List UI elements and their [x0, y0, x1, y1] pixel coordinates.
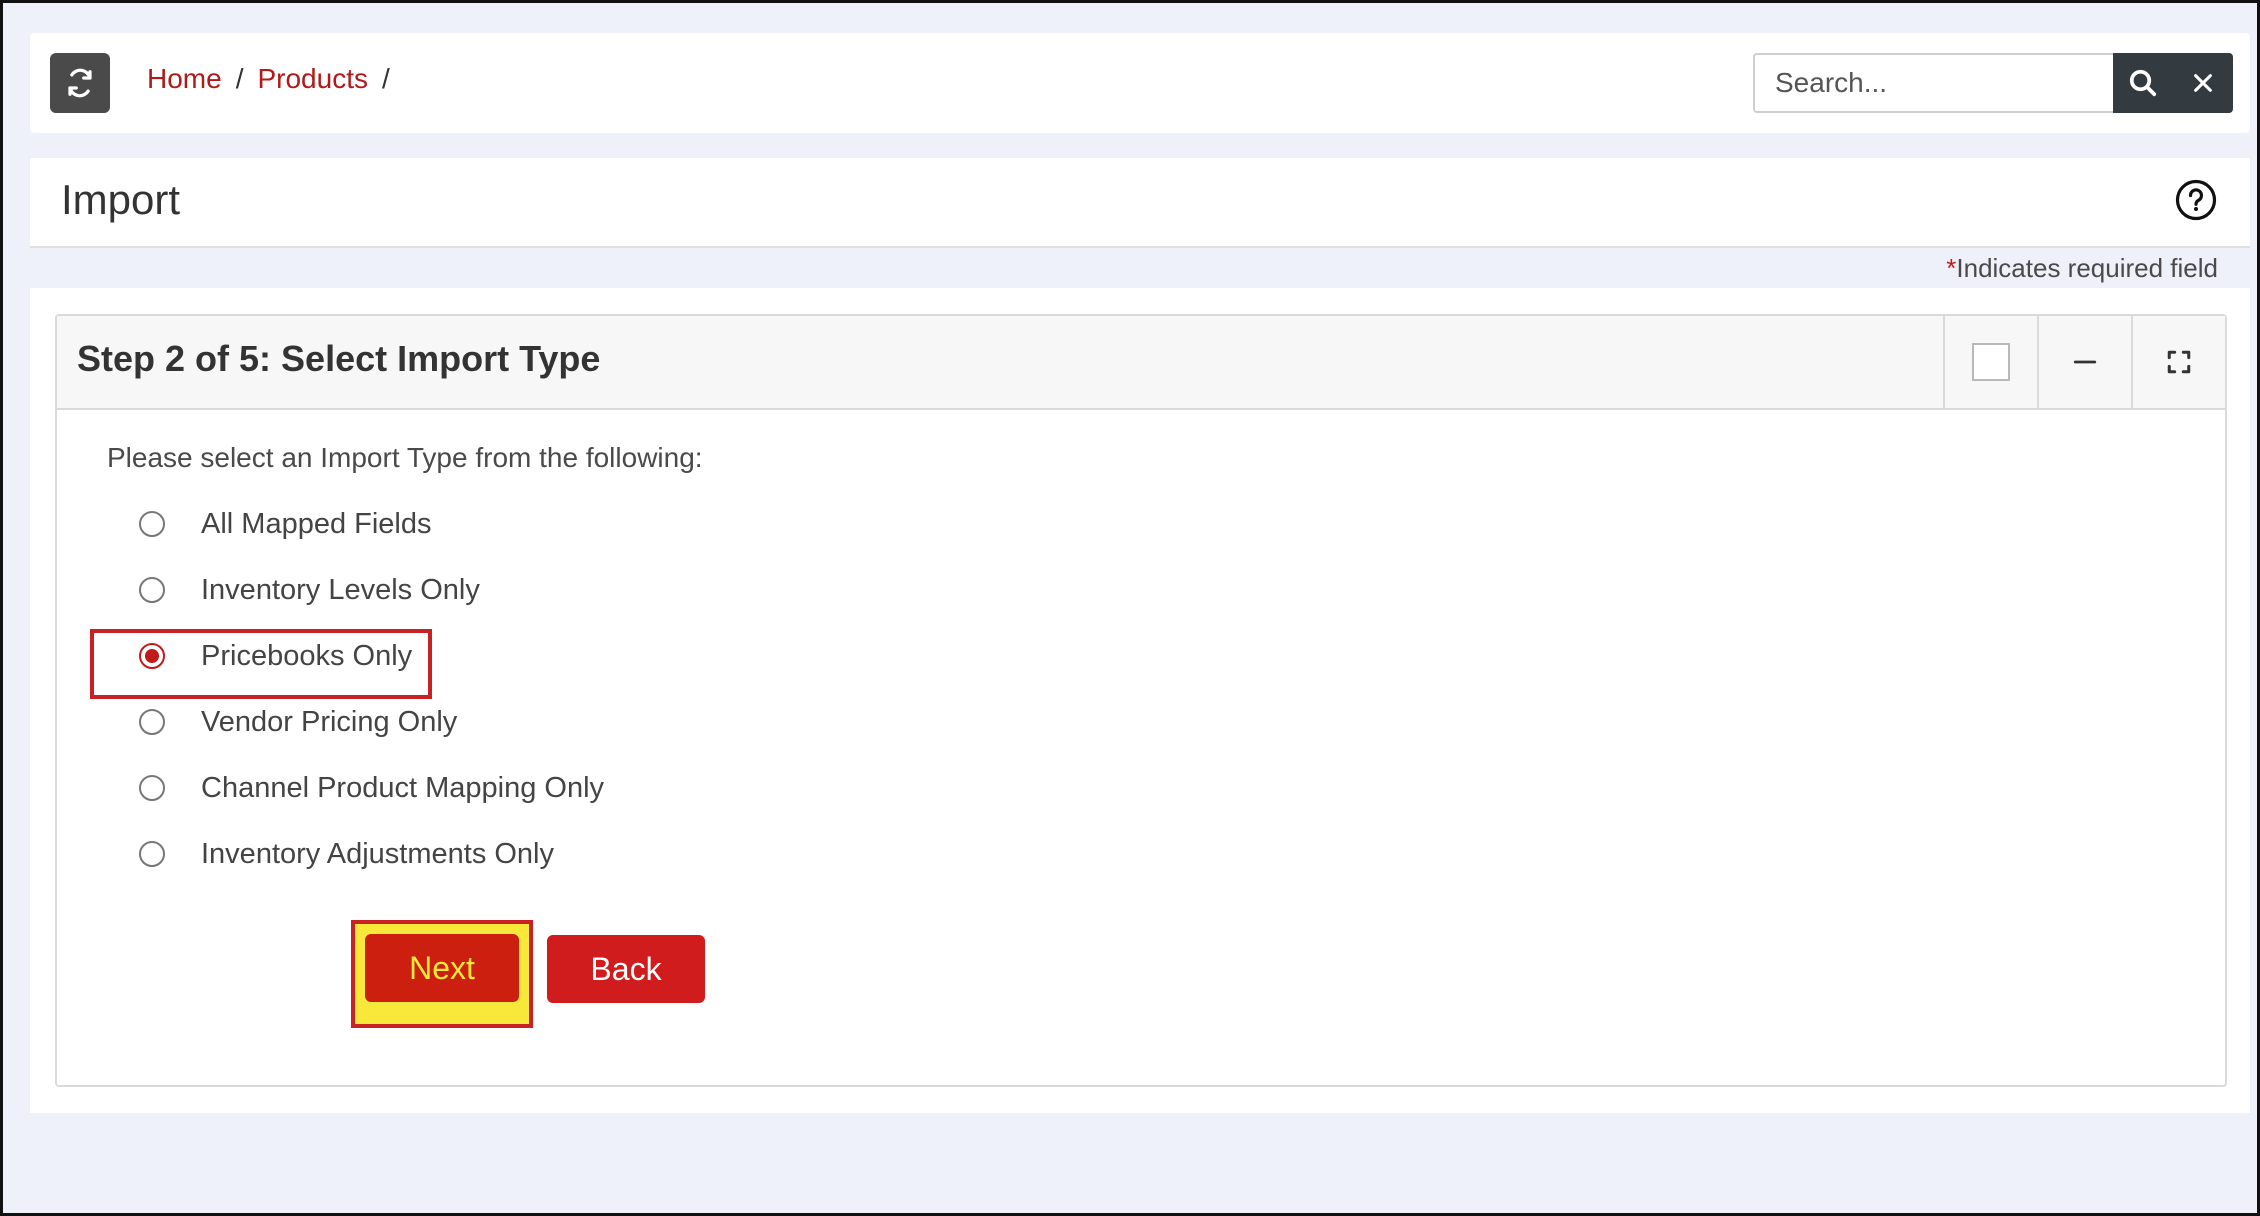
minimize-icon: [2073, 360, 2097, 364]
expand-button[interactable]: [2131, 316, 2225, 408]
refresh-button[interactable]: [50, 53, 110, 113]
card-select-toggle[interactable]: [1943, 316, 2037, 408]
option-label: Inventory Levels Only: [201, 573, 480, 606]
required-star: *: [1946, 253, 1957, 283]
card-header: Step 2 of 5: Select Import Type: [57, 316, 2225, 410]
app-frame: Home / Products / Import: [0, 0, 2260, 1216]
card-title: Step 2 of 5: Select Import Type: [77, 338, 601, 379]
option-label: Pricebooks Only: [201, 639, 413, 672]
card-tools: [1943, 316, 2225, 408]
page-header: Import: [30, 158, 2250, 248]
search-icon: [2129, 69, 2157, 97]
top-bar: Home / Products /: [30, 33, 2250, 133]
breadcrumb-products[interactable]: Products: [257, 63, 368, 95]
option-inventory-levels[interactable]: Inventory Levels Only: [117, 557, 604, 623]
next-button[interactable]: Next: [365, 934, 519, 1002]
collapse-button[interactable]: [2037, 316, 2131, 408]
radio-button[interactable]: [139, 511, 165, 537]
page-title: Import: [61, 176, 181, 223]
close-icon: [2194, 74, 2212, 92]
instruction-text: Please select an Import Type from the fo…: [107, 442, 703, 473]
help-icon[interactable]: [2174, 178, 2218, 222]
content-area: Step 2 of 5: Select Import Type Please s…: [30, 288, 2250, 1113]
search-bar: [1753, 53, 2233, 113]
breadcrumb-home[interactable]: Home: [147, 63, 222, 95]
option-pricebooks[interactable]: Pricebooks Only: [117, 623, 604, 689]
option-inventory-adjustments[interactable]: Inventory Adjustments Only: [117, 821, 604, 887]
radio-button-checked[interactable]: [139, 643, 165, 669]
radio-button[interactable]: [139, 577, 165, 603]
back-button[interactable]: Back: [547, 935, 705, 1003]
option-label: Vendor Pricing Only: [201, 705, 458, 738]
option-label: Channel Product Mapping Only: [201, 771, 605, 804]
import-type-options: All Mapped Fields Inventory Levels Only …: [117, 491, 604, 887]
clear-search-button[interactable]: [2173, 53, 2233, 113]
radio-button[interactable]: [139, 709, 165, 735]
option-label: Inventory Adjustments Only: [201, 837, 554, 870]
expand-icon: [2167, 350, 2191, 374]
radio-button[interactable]: [139, 775, 165, 801]
required-text: Indicates required field: [1956, 253, 2218, 283]
breadcrumb: Home / Products /: [147, 63, 390, 95]
option-channel-product-mapping[interactable]: Channel Product Mapping Only: [117, 755, 604, 821]
option-label: All Mapped Fields: [201, 507, 432, 540]
refresh-icon: [68, 68, 92, 98]
option-all-mapped-fields[interactable]: All Mapped Fields: [117, 491, 604, 557]
import-card: Step 2 of 5: Select Import Type Please s…: [55, 314, 2227, 1087]
breadcrumb-separator: /: [235, 63, 244, 94]
required-field-note: *Indicates required field: [1946, 253, 2218, 284]
search-input[interactable]: [1753, 53, 2113, 113]
search-button[interactable]: [2113, 53, 2173, 113]
radio-button[interactable]: [139, 841, 165, 867]
option-vendor-pricing[interactable]: Vendor Pricing Only: [117, 689, 604, 755]
breadcrumb-separator: /: [381, 63, 390, 94]
checkbox-icon: [1972, 343, 2010, 381]
